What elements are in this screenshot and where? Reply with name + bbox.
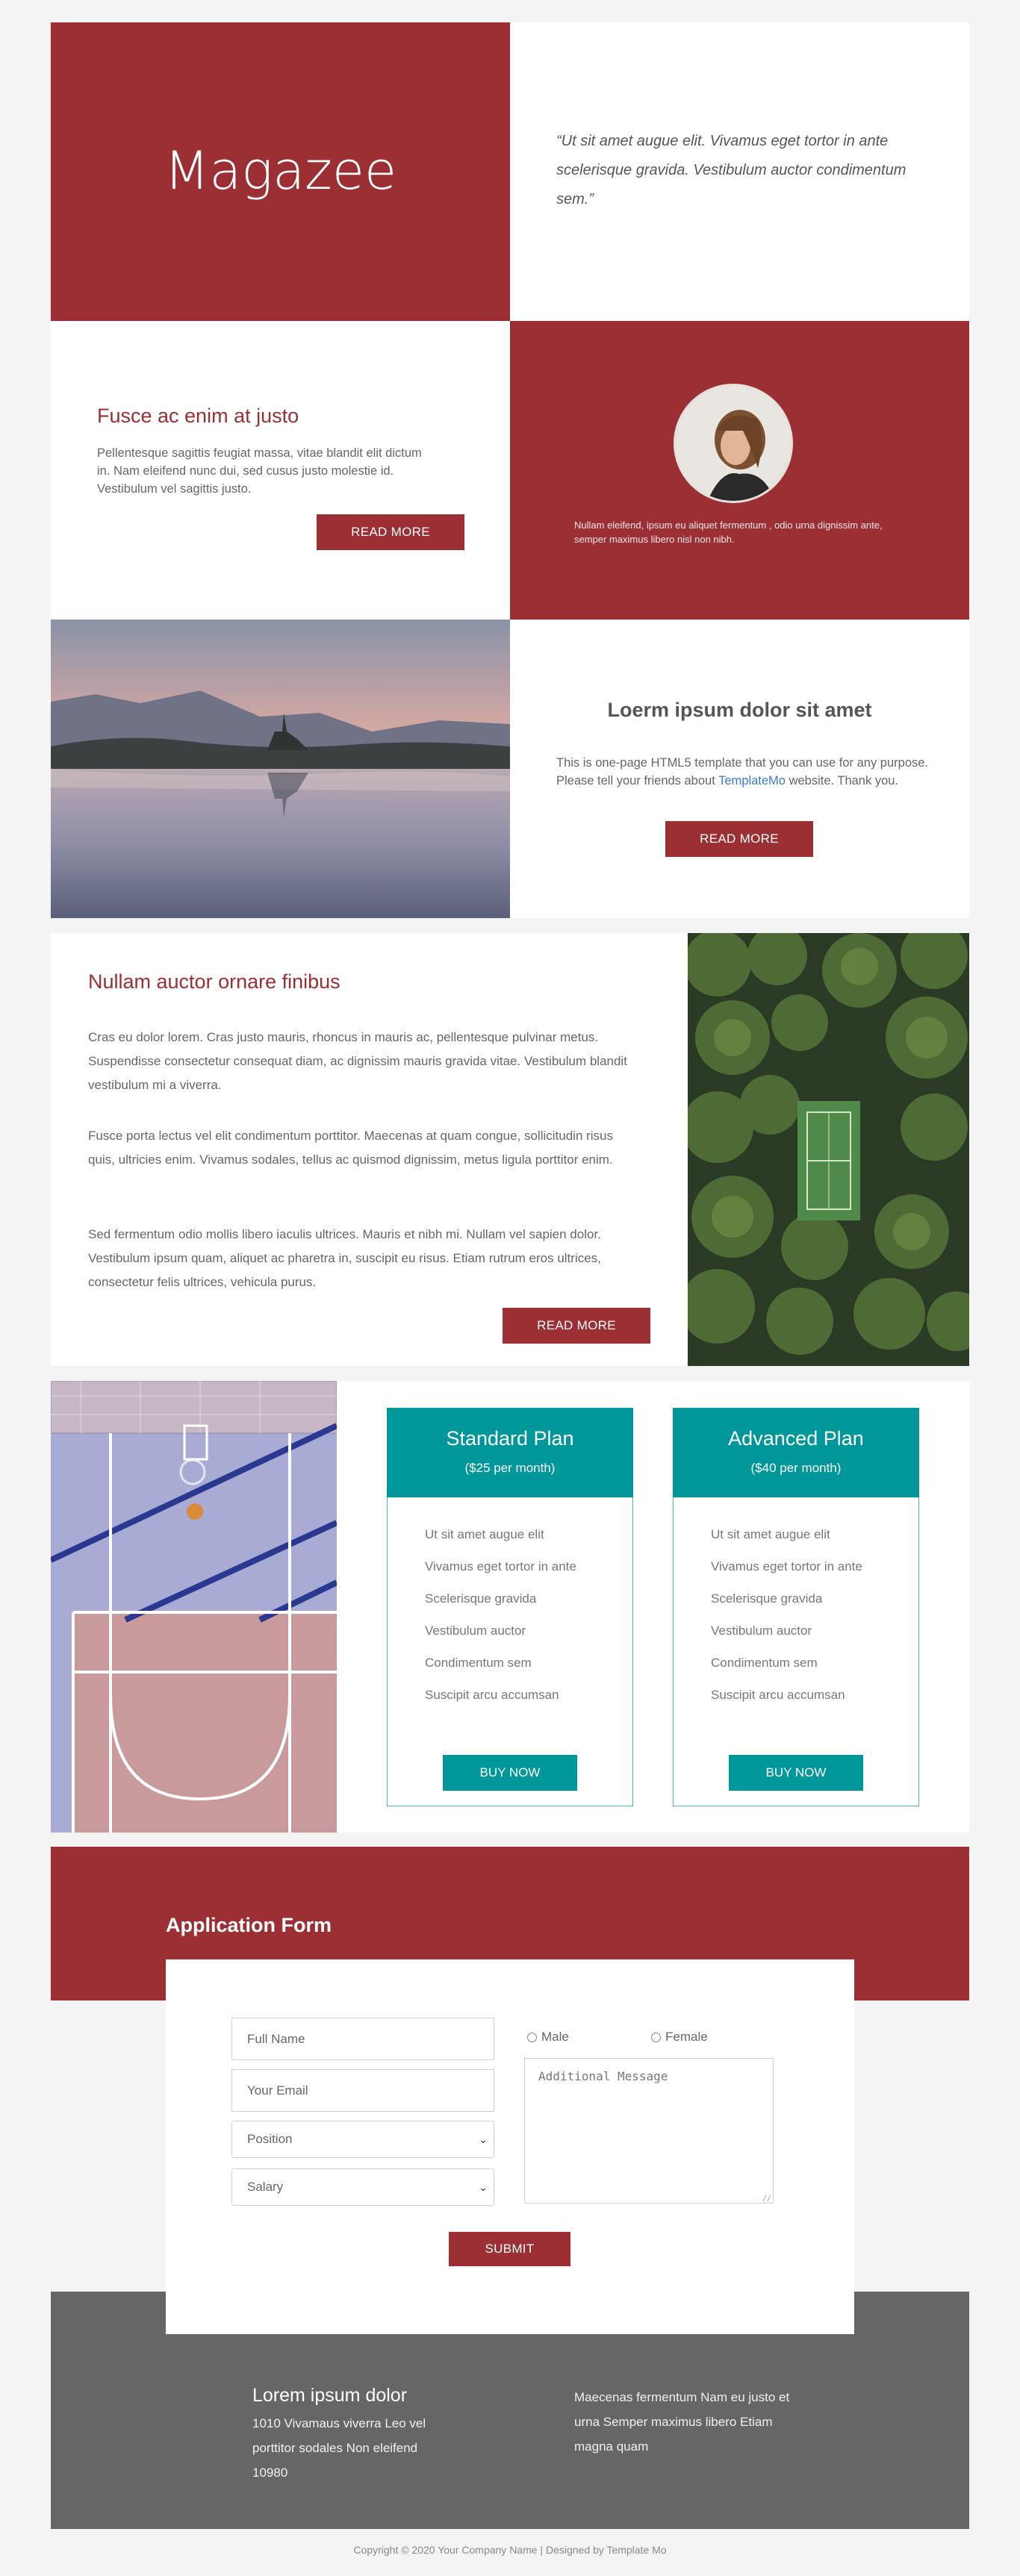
copyright: Copyright © 2020 Your Company Name | Des… <box>353 2544 667 2556</box>
article-title: Nullam auctor ornare finibus <box>88 970 340 993</box>
avatar <box>674 384 793 503</box>
plan-feature: Suscipit arcu accumsan <box>425 1688 559 1702</box>
female-label: Female <box>665 2030 708 2044</box>
advanced-plan-price: ($40 per month) <box>750 1461 842 1475</box>
additional-message-textarea[interactable]: Additional Message ∕∕ <box>524 2058 774 2204</box>
forest-image <box>688 933 969 1366</box>
intro-text: Pellentesque sagittis feugiat massa, vit… <box>97 446 422 496</box>
message-placeholder: Additional Message <box>538 2069 668 2083</box>
plan-feature: Condimentum sem <box>425 1656 532 1670</box>
plan-feature: Vivamus eget tortor in ante <box>425 1559 576 1574</box>
article-paragraph-3: Sed fermentum odio mollis libero iaculis… <box>88 1227 601 1289</box>
hero-quote: “Ut sit amet augue elit. Vivamus eget to… <box>556 133 907 208</box>
position-select[interactable]: Position ⌄ <box>231 2121 494 2158</box>
gender-male-option[interactable]: Male <box>527 2030 569 2045</box>
footer-note: Maecenas fermentum Nam eu justo et urna … <box>574 2390 790 2454</box>
plan-feature: Vivamus eget tortor in ante <box>711 1559 862 1574</box>
email-input[interactable]: Your Email <box>231 2069 494 2112</box>
article-panel: Nullam auctor ornare finibus Cras eu dol… <box>51 933 688 1366</box>
about-panel: Loerm ipsum dolor sit amet This is one-p… <box>510 620 969 918</box>
resize-handle-icon[interactable]: ∕∕ <box>762 2195 771 2203</box>
about-text-after: website. Thank you. <box>789 774 899 788</box>
plan-feature: Ut sit amet augue elit <box>711 1527 830 1541</box>
article-read-more-button[interactable]: READ MORE <box>503 1308 650 1344</box>
chevron-down-icon: ⌄ <box>479 2180 488 2193</box>
court-image <box>51 1381 337 1833</box>
brand-title: Magazee <box>164 140 397 202</box>
templatemo-link[interactable]: TemplateMo <box>718 774 786 788</box>
intro-title: Fusce ac enim at justo <box>97 405 299 427</box>
standard-buy-now-button[interactable]: BUY NOW <box>443 1755 577 1791</box>
position-selected-value: Position <box>247 2132 293 2146</box>
intro-panel: Fusce ac enim at justo Pellentesque sagi… <box>51 321 510 620</box>
standard-plan-name: Standard Plan <box>446 1427 574 1450</box>
article-paragraph-1: Cras eu dolor lorem. Cras justo mauris, … <box>88 1030 627 1092</box>
about-title: Loerm ipsum dolor sit amet <box>607 699 872 721</box>
form-title: Application Form <box>166 1914 332 1936</box>
chevron-down-icon: ⌄ <box>479 2133 488 2145</box>
advanced-plan-header: Advanced Plan ($40 per month) <box>673 1408 919 1497</box>
about-text: This is one-page HTML5 template that you… <box>556 754 930 790</box>
plan-feature: Scelerisque gravida <box>711 1591 823 1606</box>
male-label: Male <box>541 2030 569 2044</box>
plan-feature: Vestibulum auctor <box>711 1624 812 1638</box>
hero-quote-panel: “Ut sit amet augue elit. Vivamus eget to… <box>510 22 969 321</box>
plan-feature: Ut sit amet augue elit <box>425 1527 544 1541</box>
plan-feature: Vestibulum auctor <box>425 1624 526 1638</box>
about-read-more-button[interactable]: READ MORE <box>665 821 813 857</box>
email-placeholder: Your Email <box>247 2083 308 2098</box>
full-name-placeholder: Full Name <box>247 2031 305 2046</box>
gender-female-option[interactable]: Female <box>651 2030 708 2045</box>
lake-image <box>51 620 510 918</box>
standard-plan-price: ($25 per month) <box>464 1461 556 1475</box>
plan-feature: Condimentum sem <box>711 1656 818 1670</box>
plan-feature: Suscipit arcu accumsan <box>711 1688 845 1702</box>
hero-brand-panel: Magazee <box>51 22 510 321</box>
female-radio[interactable] <box>651 2032 661 2042</box>
profile-text: Nullam eleifend, ipsum eu aliquet fermen… <box>574 520 883 545</box>
submit-button[interactable]: SUBMIT <box>449 2232 570 2266</box>
article-paragraph-2: Fusce porta lectus vel elit condimentum … <box>88 1129 614 1167</box>
advanced-plan-card: Advanced Plan ($40 per month) Ut sit ame… <box>673 1408 919 1806</box>
salary-select[interactable]: Salary ⌄ <box>231 2168 494 2206</box>
footer-address: 1010 Vivamaus viverra Leo vel porttitor … <box>252 2416 426 2480</box>
full-name-input[interactable]: Full Name <box>231 2018 494 2060</box>
standard-plan-card: Standard Plan ($25 per month) Ut sit ame… <box>387 1408 633 1806</box>
plan-feature: Scelerisque gravida <box>425 1591 537 1606</box>
intro-read-more-button[interactable]: READ MORE <box>317 514 464 550</box>
salary-selected-value: Salary <box>247 2180 284 2194</box>
application-form-card: Full Name Your Email Position ⌄ Salary ⌄… <box>166 1959 854 2334</box>
standard-plan-header: Standard Plan ($25 per month) <box>387 1408 633 1497</box>
advanced-buy-now-button[interactable]: BUY NOW <box>729 1755 863 1791</box>
footer-title: Lorem ipsum dolor <box>252 2385 408 2406</box>
advanced-plan-name: Advanced Plan <box>728 1427 864 1450</box>
profile-panel: Nullam eleifend, ipsum eu aliquet fermen… <box>510 321 969 620</box>
male-radio[interactable] <box>527 2032 537 2042</box>
